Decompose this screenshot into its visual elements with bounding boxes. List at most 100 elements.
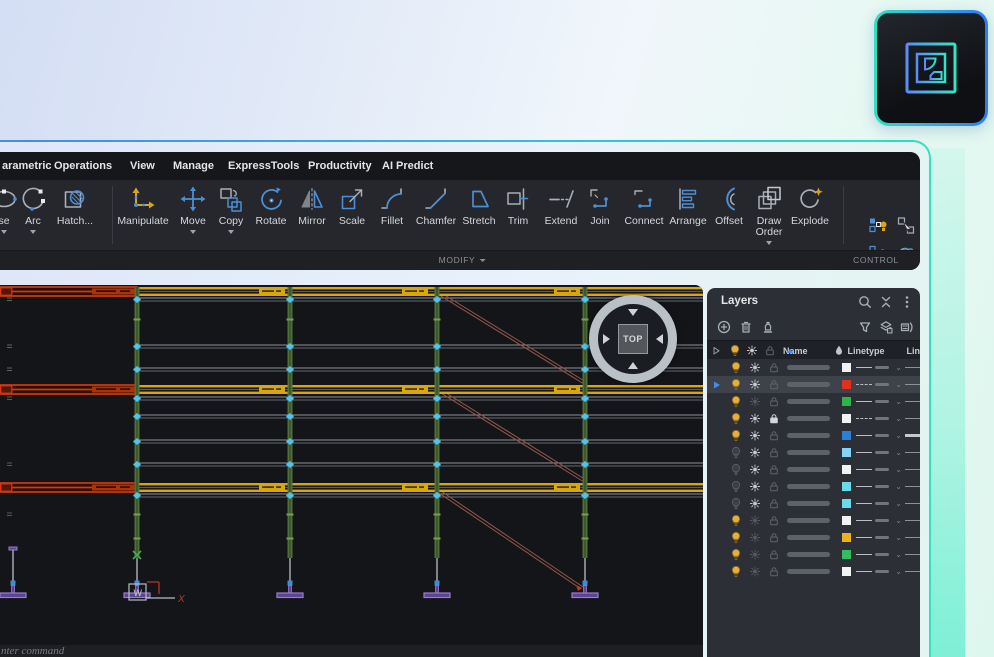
expand-all-icon[interactable] [707, 344, 726, 357]
layer-linetype[interactable] [855, 384, 876, 385]
layer-row-8[interactable]: ⌄ [707, 478, 920, 495]
add-icon[interactable] [716, 319, 732, 335]
layer-visibility-bulb-icon[interactable] [727, 514, 746, 527]
layer-freeze-icon[interactable] [746, 497, 765, 510]
layer-color-swatch[interactable] [837, 448, 856, 457]
chevron-down-icon[interactable] [30, 230, 36, 234]
layer-linetype[interactable] [855, 452, 876, 453]
menu-expresstools[interactable]: ExpressTools [228, 160, 299, 172]
layer-row-6[interactable]: ⌄ [707, 444, 920, 461]
view-navigation-wheel[interactable]: TOP [589, 295, 677, 383]
layer-linetype[interactable] [855, 503, 876, 504]
collapse-icon[interactable] [878, 294, 894, 310]
nav-arrow-right-icon[interactable] [656, 334, 663, 344]
column-lineweight-header[interactable]: Lin [891, 341, 920, 359]
layer-linetype[interactable] [855, 435, 876, 436]
layer-lock-icon[interactable] [764, 412, 783, 425]
layer-color-swatch[interactable] [837, 380, 856, 389]
menu-ai-predict[interactable]: AI Predict [382, 160, 433, 172]
layer-name[interactable] [783, 399, 836, 404]
layer-freeze-icon[interactable] [746, 565, 765, 578]
layer-color-swatch[interactable] [837, 482, 856, 491]
drawing-canvas[interactable]: W X TOP nter command [0, 285, 703, 657]
layer-name[interactable] [783, 518, 836, 523]
layer-visibility-bulb-icon[interactable] [727, 395, 746, 408]
purge-icon[interactable] [760, 319, 776, 335]
layer-freeze-icon[interactable] [746, 378, 765, 391]
layer-freeze-icon[interactable] [746, 429, 765, 442]
ctrl-select-icon[interactable] [896, 216, 916, 241]
chevron-down-icon[interactable]: ⌄ [892, 397, 905, 406]
chevron-down-icon[interactable]: ⌄ [892, 567, 905, 576]
layer-linetype[interactable] [855, 367, 876, 368]
layer-visibility-bulb-icon[interactable] [727, 480, 746, 493]
column-color-icon[interactable] [830, 344, 848, 357]
layer-color-swatch[interactable] [837, 567, 856, 576]
column-linetype-header[interactable]: Linetype [848, 341, 891, 359]
layer-name[interactable] [783, 382, 836, 387]
menu-arametric[interactable]: arametric [2, 160, 52, 172]
command-line[interactable]: nter command [0, 645, 703, 657]
layer-name[interactable] [783, 467, 836, 472]
layer-row-1[interactable]: ⌄ [707, 359, 920, 376]
layer-lineweight[interactable] [875, 433, 892, 438]
layer-lineweight[interactable] [875, 518, 892, 523]
layer-name[interactable] [783, 450, 836, 455]
layer-lineweight[interactable] [875, 535, 892, 540]
modify-group-label[interactable]: MODIFY [439, 255, 486, 265]
layer-freeze-icon[interactable] [746, 514, 765, 527]
layer-visibility-bulb-icon[interactable] [727, 446, 746, 459]
chevron-down-icon[interactable]: ⌄ [892, 465, 905, 474]
layer-freeze-icon[interactable] [746, 395, 765, 408]
layer-name[interactable] [783, 535, 836, 540]
column-name-header[interactable]: Name [779, 341, 830, 359]
chevron-down-icon[interactable]: ⌄ [892, 363, 905, 372]
layer-color-swatch[interactable] [837, 465, 856, 474]
layer-linetype[interactable] [855, 520, 876, 521]
chevron-down-icon[interactable]: ⌄ [892, 533, 905, 542]
nav-arrow-left-icon[interactable] [603, 334, 610, 344]
layer-states-icon[interactable] [878, 319, 894, 335]
column-freeze-icon[interactable] [743, 344, 761, 357]
ctrl-layer-on-icon[interactable] [868, 216, 888, 241]
layer-linetype[interactable] [855, 554, 876, 555]
viewcube-top-button[interactable]: TOP [618, 324, 648, 354]
layer-lock-icon[interactable] [764, 531, 783, 544]
layer-visibility-bulb-icon[interactable] [727, 361, 746, 374]
chevron-down-icon[interactable] [228, 230, 234, 234]
layer-visibility-bulb-icon[interactable] [727, 412, 746, 425]
menu-productivity[interactable]: Productivity [308, 160, 372, 172]
chevron-down-icon[interactable] [190, 230, 196, 234]
layer-row-3[interactable]: ⌄ [707, 393, 920, 410]
tool-hatch-button[interactable]: Hatch... [49, 180, 101, 227]
chevron-down-icon[interactable]: ⌄ [892, 448, 905, 457]
layer-name[interactable] [783, 501, 836, 506]
layer-name[interactable] [783, 569, 836, 574]
layer-lineweight[interactable] [875, 552, 892, 557]
layer-lineweight[interactable] [875, 416, 892, 421]
chevron-down-icon[interactable]: ⌄ [892, 482, 905, 491]
layer-visibility-bulb-icon[interactable] [727, 378, 746, 391]
rename-icon[interactable] [899, 319, 915, 335]
layer-lineweight[interactable] [875, 382, 892, 387]
tool-explode-button[interactable]: Explode [784, 180, 836, 227]
chevron-down-icon[interactable]: ⌄ [892, 431, 905, 440]
layer-freeze-icon[interactable] [746, 463, 765, 476]
layer-lineweight[interactable] [875, 501, 892, 506]
layer-row-2[interactable]: ⌄ [707, 376, 920, 393]
menu-manage[interactable]: Manage [173, 160, 214, 172]
layer-color-swatch[interactable] [837, 516, 856, 525]
layer-visibility-bulb-icon[interactable] [727, 548, 746, 561]
column-lock-icon[interactable] [761, 344, 779, 357]
layer-freeze-icon[interactable] [746, 480, 765, 493]
layer-lock-icon[interactable] [764, 463, 783, 476]
nav-arrow-up-icon[interactable] [628, 309, 638, 316]
layer-visibility-bulb-icon[interactable] [727, 429, 746, 442]
layer-freeze-icon[interactable] [746, 531, 765, 544]
menu-operations[interactable]: Operations [54, 160, 112, 172]
layer-color-swatch[interactable] [837, 533, 856, 542]
column-on-off-icon[interactable] [726, 344, 744, 357]
layer-linetype[interactable] [855, 571, 876, 572]
tool-manipulate-button[interactable]: Manipulate [117, 180, 169, 227]
layer-row-10[interactable]: ⌄ [707, 512, 920, 529]
